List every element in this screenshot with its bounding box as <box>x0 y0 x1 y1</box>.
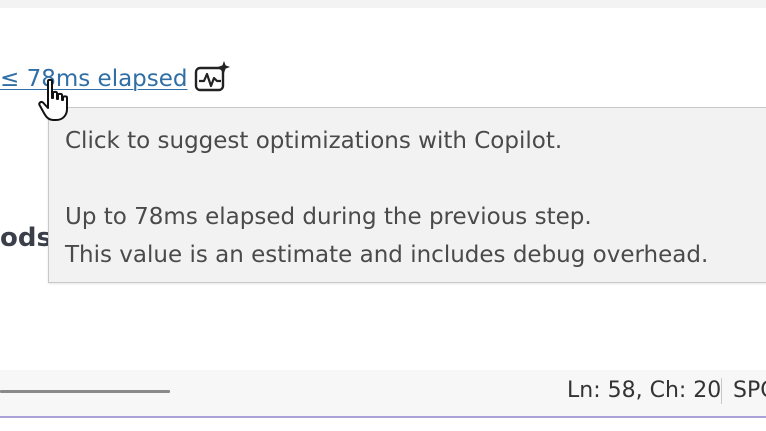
whitespace-mode-indicator[interactable]: SPC <box>733 378 766 403</box>
top-strip <box>0 0 766 8</box>
status-bar: Ln: 58, Ch: 20 SPC <box>0 370 766 416</box>
editor-window: ≤ 78ms elapsed ods Click to suggest opti… <box>0 0 766 431</box>
line-column-indicator[interactable]: Ln: 58, Ch: 20 <box>567 378 721 403</box>
tooltip-line-elapsed: Up to 78ms elapsed during the previous s… <box>65 204 592 230</box>
code-text-fragment: ods <box>0 223 52 253</box>
bottom-margin <box>0 418 766 431</box>
copilot-sparkle-icon[interactable] <box>193 60 231 94</box>
perf-tip-link[interactable]: ≤ 78ms elapsed <box>0 66 188 92</box>
perf-tooltip: Click to suggest optimizations with Copi… <box>48 107 766 283</box>
tooltip-line-estimate: This value is an estimate and includes d… <box>65 242 709 268</box>
horizontal-scrollbar[interactable] <box>0 390 170 393</box>
hand-pointer-cursor-icon <box>38 78 68 121</box>
tooltip-line-suggest: Click to suggest optimizations with Copi… <box>65 128 563 154</box>
status-divider <box>721 378 722 404</box>
